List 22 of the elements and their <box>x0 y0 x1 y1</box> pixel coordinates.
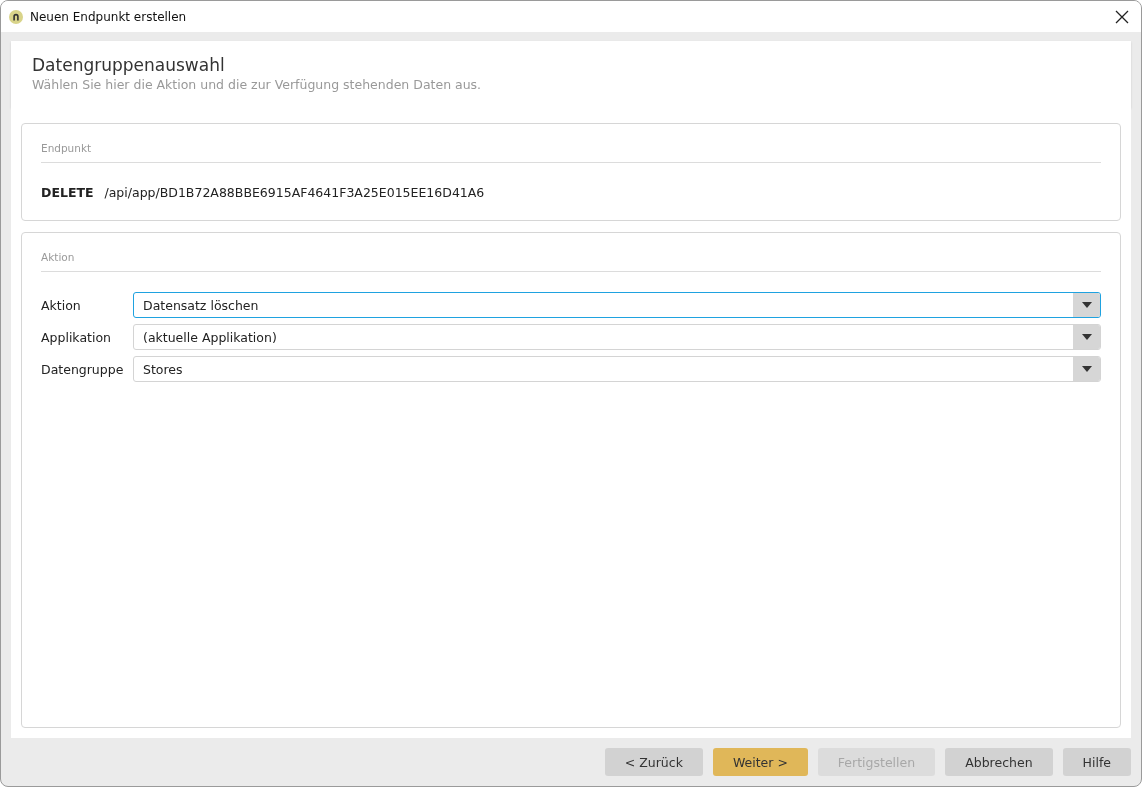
window-title: Neuen Endpunkt erstellen <box>30 9 188 24</box>
section-heading: Aktion <box>41 233 1101 272</box>
dropdown[interactable]: Stores <box>133 356 1101 382</box>
close-icon[interactable] <box>1115 9 1129 24</box>
http-method: DELETE <box>41 185 94 200</box>
dialog-button[interactable]: Hilfe <box>1062 748 1131 776</box>
app-logo-icon <box>9 9 23 24</box>
dialog-button[interactable]: < Zurück <box>604 748 703 776</box>
endpoint-path: /api/app/BD1B72A88BBE6915AF4641F3A25E015EE16D41A6 <box>104 185 485 200</box>
dropdown[interactable]: (aktuelle Applikation) <box>133 324 1101 350</box>
caret-icon <box>1081 366 1092 372</box>
dialog-button[interactable]: Abbrechen <box>945 748 1053 776</box>
page-subtitle: Wählen Sie hier die Aktion und die zur Verfügung stehenden Daten aus. <box>32 77 483 92</box>
dropdown[interactable]: Datensatz löschen <box>133 292 1101 318</box>
field-label: Aktion <box>41 297 82 313</box>
caret-icon <box>1081 302 1092 308</box>
section-heading: Endpunkt <box>41 124 1101 163</box>
field-label: Applikation <box>41 329 112 345</box>
caret-icon <box>1081 334 1092 340</box>
dialog-button[interactable]: Weiter > <box>712 748 808 776</box>
page-title: Datengruppenauswahl <box>32 55 226 75</box>
field-label: Datengruppe <box>41 361 125 377</box>
